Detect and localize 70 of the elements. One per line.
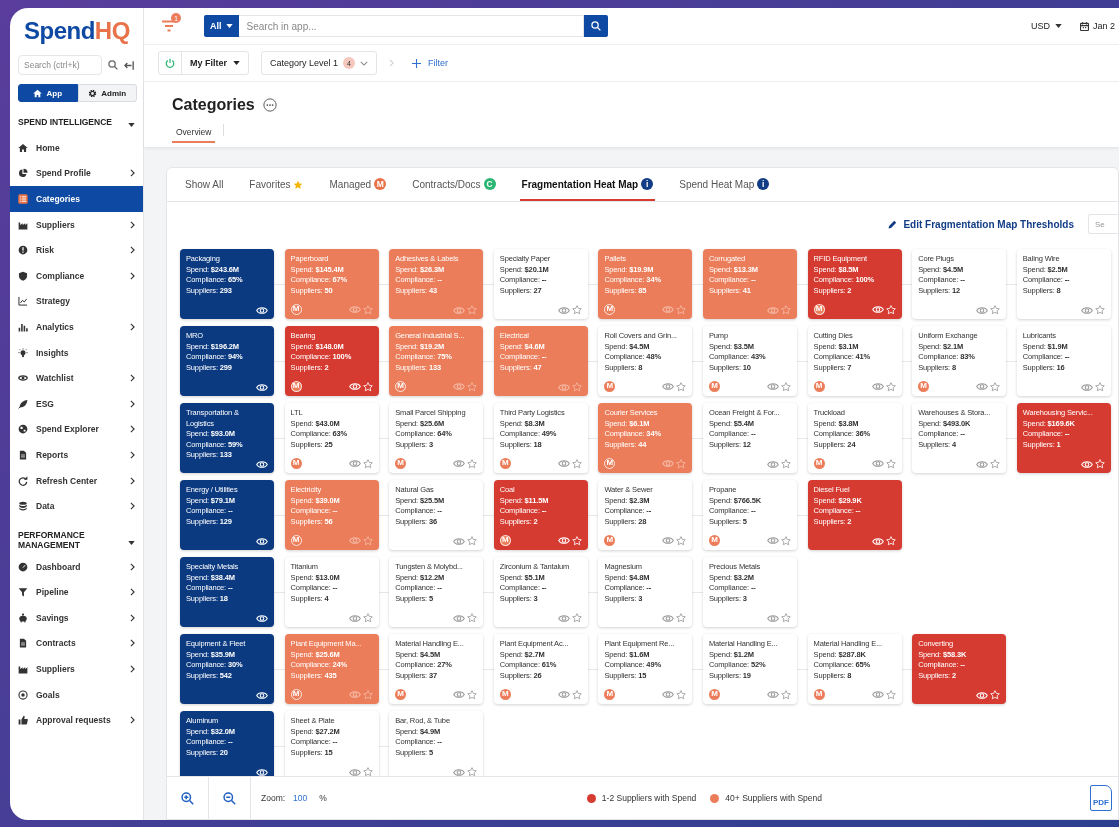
search-field[interactable]: Search in app... bbox=[238, 15, 584, 37]
managed-badge: M bbox=[395, 689, 407, 700]
scope-dropdown[interactable]: All bbox=[204, 15, 239, 37]
managed-badge: M bbox=[499, 689, 511, 700]
currency-dropdown[interactable]: USD bbox=[1030, 21, 1062, 31]
page-tab[interactable]: Overview bbox=[172, 124, 216, 143]
sidebar-item[interactable]: Categories bbox=[10, 186, 143, 212]
managed-badge: M bbox=[708, 535, 720, 546]
sidebar-item[interactable]: Savings bbox=[10, 605, 143, 631]
sidebar-item[interactable]: Pipeline bbox=[10, 579, 143, 606]
managed-badge: M bbox=[604, 381, 616, 392]
tab-badge: C bbox=[483, 178, 496, 190]
section-title: SPEND INTELLIGENCE bbox=[18, 117, 113, 127]
sidebar-item[interactable]: Risk bbox=[10, 237, 143, 263]
view-tab[interactable]: Spend Heat Map i bbox=[677, 168, 772, 201]
sidebar-item[interactable]: Goals bbox=[10, 681, 143, 708]
sidebar-item[interactable]: Contracts bbox=[10, 630, 143, 657]
managed-badge: M bbox=[499, 458, 511, 469]
logo: SpendHQ bbox=[23, 16, 131, 46]
managed-badge: M bbox=[604, 535, 616, 546]
sidebar-item[interactable]: Refresh Center bbox=[10, 467, 143, 494]
sidebar-item[interactable]: Home bbox=[10, 135, 143, 161]
managed-badge: M bbox=[813, 458, 825, 469]
sidebar-item[interactable]: Watchlist bbox=[10, 365, 143, 391]
zoom-value[interactable]: 100 bbox=[293, 793, 308, 803]
legend-label: 1-2 Suppliers with Spend bbox=[601, 793, 697, 803]
managed-badge: M bbox=[604, 689, 616, 700]
zoom-label: Zoom: bbox=[261, 793, 286, 803]
managed-badge: M bbox=[395, 458, 407, 469]
mode-tab[interactable]: App bbox=[18, 84, 78, 102]
sidebar-item[interactable]: Compliance bbox=[10, 262, 143, 289]
view-tab[interactable]: Fragmentation Heat Map i bbox=[519, 168, 656, 201]
managed-badge: M bbox=[813, 689, 825, 700]
tab-badge: i bbox=[641, 178, 654, 190]
sidebar-item[interactable]: Spend Profile bbox=[10, 160, 143, 187]
edit-thresholds-link[interactable]: Edit Fragmentation Map Thresholds bbox=[888, 218, 1074, 230]
managed-badge: M bbox=[918, 381, 930, 392]
managed-badge: M bbox=[813, 304, 825, 315]
managed-badge: M bbox=[708, 689, 720, 700]
sidebar-item[interactable]: Reports bbox=[10, 442, 143, 468]
managed-badge: M bbox=[813, 381, 825, 392]
sidebar-item[interactable]: Suppliers bbox=[10, 656, 143, 682]
add-filter-link[interactable]: Filter bbox=[412, 58, 449, 68]
zoom-unit: % bbox=[319, 793, 327, 803]
page-title: Categories bbox=[172, 96, 255, 114]
sidebar-item[interactable]: Strategy bbox=[10, 288, 143, 315]
sidebar-item[interactable]: Analytics bbox=[10, 314, 143, 340]
legend-label: 40+ Suppliers with Spend bbox=[725, 793, 822, 803]
sidebar-item[interactable]: Approval requests bbox=[10, 707, 143, 734]
sidebar-item[interactable]: Suppliers bbox=[10, 211, 143, 238]
managed-badge: M bbox=[708, 381, 720, 392]
sidebar-item[interactable]: Insights bbox=[10, 339, 143, 366]
sidebar-item[interactable]: Dashboard bbox=[10, 553, 143, 580]
managed-badge: M bbox=[290, 381, 302, 392]
sidebar-item[interactable]: ESG bbox=[10, 390, 143, 417]
tab-badge: M bbox=[374, 178, 387, 190]
view-tab[interactable]: Favorites bbox=[247, 168, 306, 201]
search-field[interactable]: Search (ctrl+k) bbox=[18, 55, 102, 75]
sidebar-item[interactable]: Data bbox=[10, 493, 143, 519]
section-title: PERFORMANCE MANAGEMENT bbox=[18, 529, 86, 550]
managed-badge: M bbox=[499, 535, 511, 546]
view-tab[interactable]: Contracts/Docs C bbox=[410, 168, 498, 201]
view-tab[interactable]: Managed M bbox=[327, 168, 389, 201]
view-tab[interactable]: Show All bbox=[183, 168, 226, 201]
tab-badge: i bbox=[757, 178, 770, 190]
managed-badge: M bbox=[290, 458, 302, 469]
sidebar-item[interactable]: Spend Explorer bbox=[10, 416, 143, 443]
pdf-export-icon[interactable]: PDF bbox=[1090, 785, 1112, 811]
mode-tab[interactable]: Admin bbox=[77, 84, 137, 102]
date-picker[interactable]: Jan 2 bbox=[1079, 21, 1115, 31]
